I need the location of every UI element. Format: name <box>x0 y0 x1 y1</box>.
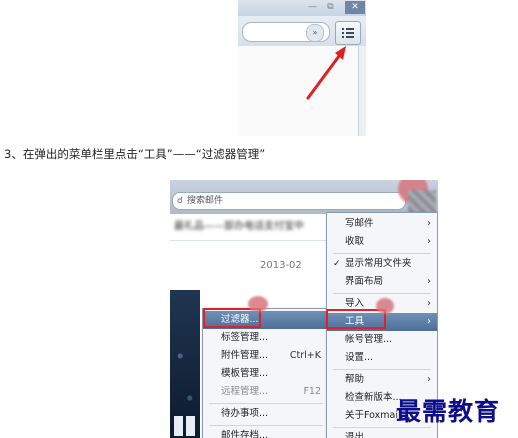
menu-separator <box>209 403 323 404</box>
client-window-corner-screenshot: — ⧉ ✕ » <box>238 0 366 136</box>
grid-icon <box>174 416 196 436</box>
highlight-frame-tools <box>326 309 386 329</box>
search-icon: ☌ <box>176 196 184 206</box>
menu-separator <box>333 293 431 294</box>
menu-separator <box>209 425 323 426</box>
email-subject: 最礼品——部办电话支付宝中 <box>174 221 304 232</box>
watermark-text: 最需教育 <box>396 397 501 426</box>
chevron-right-icon: › <box>427 374 431 385</box>
pointer-arrow <box>306 46 346 100</box>
menu-separator <box>333 253 431 254</box>
chevron-right-icon: › <box>427 218 431 229</box>
menu-item-todo[interactable]: 待办事项... <box>203 405 329 423</box>
checkmark-icon: ✓ <box>333 259 341 269</box>
menu-item-remote-manager: 远程管理... F12 <box>203 383 329 401</box>
shortcut-label: F12 <box>303 386 321 397</box>
menu-separator <box>333 369 431 370</box>
step-caption: 3、在弹出的菜单栏里点击“工具”——“过滤器管理” <box>4 147 266 161</box>
menu-item-attachment-manager[interactable]: 附件管理... Ctrl+K <box>203 347 329 365</box>
menu-item-account-manager[interactable]: 帐号管理... <box>327 331 437 349</box>
menu-item-tag-manager[interactable]: 标签管理... <box>203 329 329 347</box>
chevron-right-icon: › <box>427 316 431 327</box>
menu-item-compose[interactable]: 写邮件 › <box>327 215 437 233</box>
menu-item-template-manager[interactable]: 模板管理... <box>203 365 329 383</box>
cursor-marker <box>376 298 394 314</box>
menu-item-help[interactable]: 帮助 › <box>327 371 437 389</box>
search-placeholder: 搜索邮件 <box>187 196 224 206</box>
menu-item-layout[interactable]: 界面布局 › <box>327 273 437 291</box>
menu-item-settings[interactable]: 设置... <box>327 349 437 367</box>
menu-item-exit[interactable]: 退出 <box>327 429 437 438</box>
shortcut-label: Ctrl+K <box>289 350 321 361</box>
search-input[interactable]: ☌ 搜索邮件 <box>172 192 406 210</box>
divider <box>170 240 326 241</box>
cursor-marker <box>248 296 268 312</box>
chevron-right-icon: › <box>427 236 431 247</box>
chevron-right-icon: › <box>427 298 431 309</box>
menu-item-show-common-folders[interactable]: ✓ 显示常用文件夹 <box>327 255 437 273</box>
menu-item-receive[interactable]: 收取 › <box>327 233 437 251</box>
chevron-right-icon: › <box>427 276 431 287</box>
menu-item-mail-archive[interactable]: 邮件存档... <box>203 427 329 438</box>
email-date: 2013-02 <box>260 260 302 271</box>
